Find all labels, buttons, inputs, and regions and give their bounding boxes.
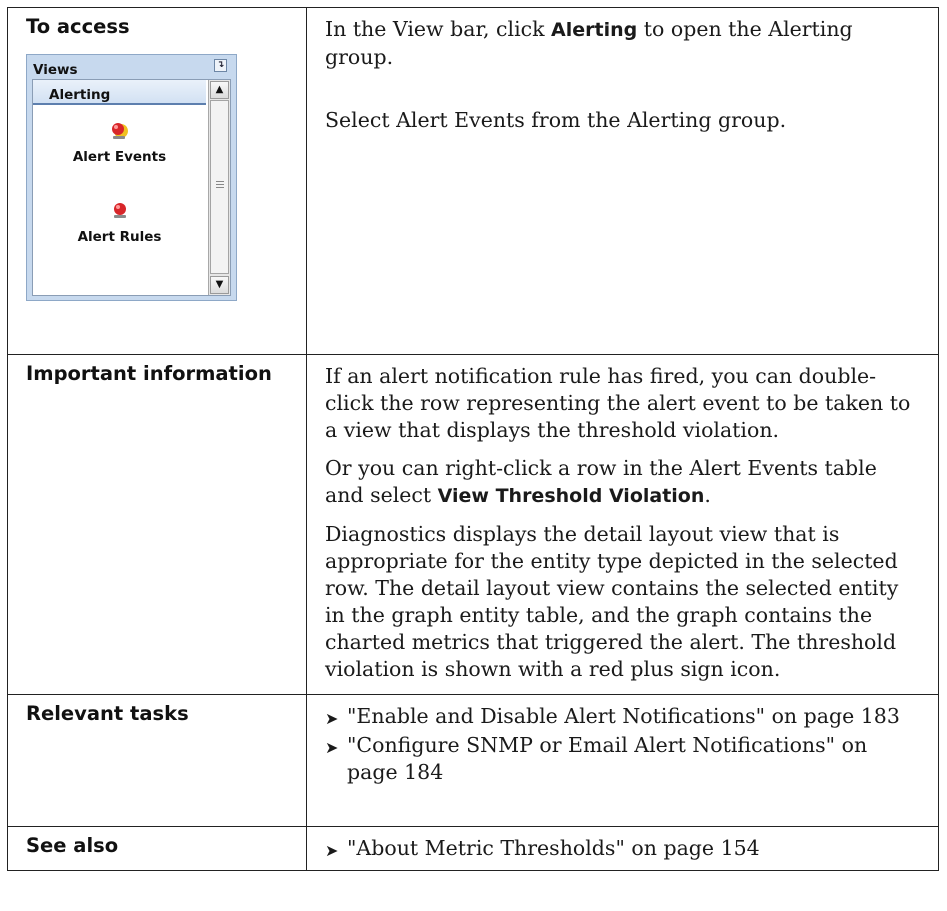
row-content: ➤ "About Metric Thresholds" on page 154: [306, 826, 939, 871]
view-threshold-violation-bold: View Threshold Violation: [437, 485, 705, 507]
important-para-3: Diagnostics displays the detail layout v…: [325, 522, 899, 681]
scroll-down-icon[interactable]: ▼: [210, 276, 229, 294]
see-also-link[interactable]: "About Metric Thresholds" on page 154: [347, 835, 918, 864]
row-content: In the View bar, click Alerting to open …: [306, 7, 939, 355]
view-item-alert-events[interactable]: Alert Events: [33, 120, 206, 169]
row-label: To access Views ↴ Alerting Alert Events …: [7, 7, 307, 355]
row-content: ➤ "Enable and Disable Alert Notification…: [306, 694, 939, 827]
access-instruction: In the View bar, click Alerting to open …: [325, 17, 853, 69]
scroll-up-icon[interactable]: ▲: [210, 81, 229, 99]
bullet-arrow-icon: ➤: [325, 841, 339, 860]
row-important-information: Important information If an alert notifi…: [7, 354, 939, 695]
row-content: If an alert notification rule has fired,…: [306, 354, 939, 695]
bullet-arrow-icon: ➤: [325, 709, 339, 728]
row-see-also: See also ➤ "About Metric Thresholds" on …: [7, 826, 939, 871]
alerting-group-label: Alerting: [49, 87, 111, 103]
alert-events-icon: [111, 123, 128, 139]
view-item-label: Alert Rules: [77, 229, 162, 245]
scroll-thumb[interactable]: [210, 100, 229, 274]
view-item-alert-rules[interactable]: Alert Rules: [33, 200, 206, 249]
row-to-access: To access Views ↴ Alerting Alert Events …: [7, 7, 939, 355]
views-scrollbar[interactable]: ▲ ▼: [208, 80, 230, 295]
alerting-bold: Alerting: [551, 19, 638, 41]
view-item-label: Alert Events: [72, 149, 167, 165]
task-link[interactable]: "Configure SNMP or Email Alert Notificat…: [347, 732, 918, 786]
reference-table: To access Views ↴ Alerting Alert Events …: [7, 7, 939, 871]
row-label: Important information: [7, 354, 307, 695]
alert-rules-icon: [113, 203, 126, 218]
row-label-text: To access: [26, 15, 130, 38]
see-also-item[interactable]: ➤ "About Metric Thresholds" on page 154: [325, 835, 918, 864]
task-link[interactable]: "Enable and Disable Alert Notifications"…: [347, 703, 918, 732]
alerting-group-header[interactable]: Alerting: [33, 80, 206, 105]
important-para-2: Or you can right-click a row in the Aler…: [325, 456, 877, 507]
row-label: Relevant tasks: [7, 694, 307, 827]
row-label: See also: [7, 826, 307, 871]
pin-icon[interactable]: ↴: [214, 59, 227, 72]
bullet-arrow-icon: ➤: [325, 738, 339, 757]
task-link-item[interactable]: ➤ "Enable and Disable Alert Notification…: [325, 703, 918, 732]
important-para-1: If an alert notification rule has fired,…: [325, 364, 911, 442]
row-relevant-tasks: Relevant tasks ➤ "Enable and Disable Ale…: [7, 694, 939, 827]
task-link-item[interactable]: ➤ "Configure SNMP or Email Alert Notific…: [325, 732, 918, 786]
views-panel-header: Views ↴: [27, 55, 236, 78]
views-panel-body: Alerting Alert Events Alert Rules ▲ ▼: [32, 79, 231, 296]
views-panel: Views ↴ Alerting Alert Events Alert Rule…: [26, 54, 237, 301]
access-instruction-2: Select Alert Events from the Alerting gr…: [325, 108, 787, 132]
